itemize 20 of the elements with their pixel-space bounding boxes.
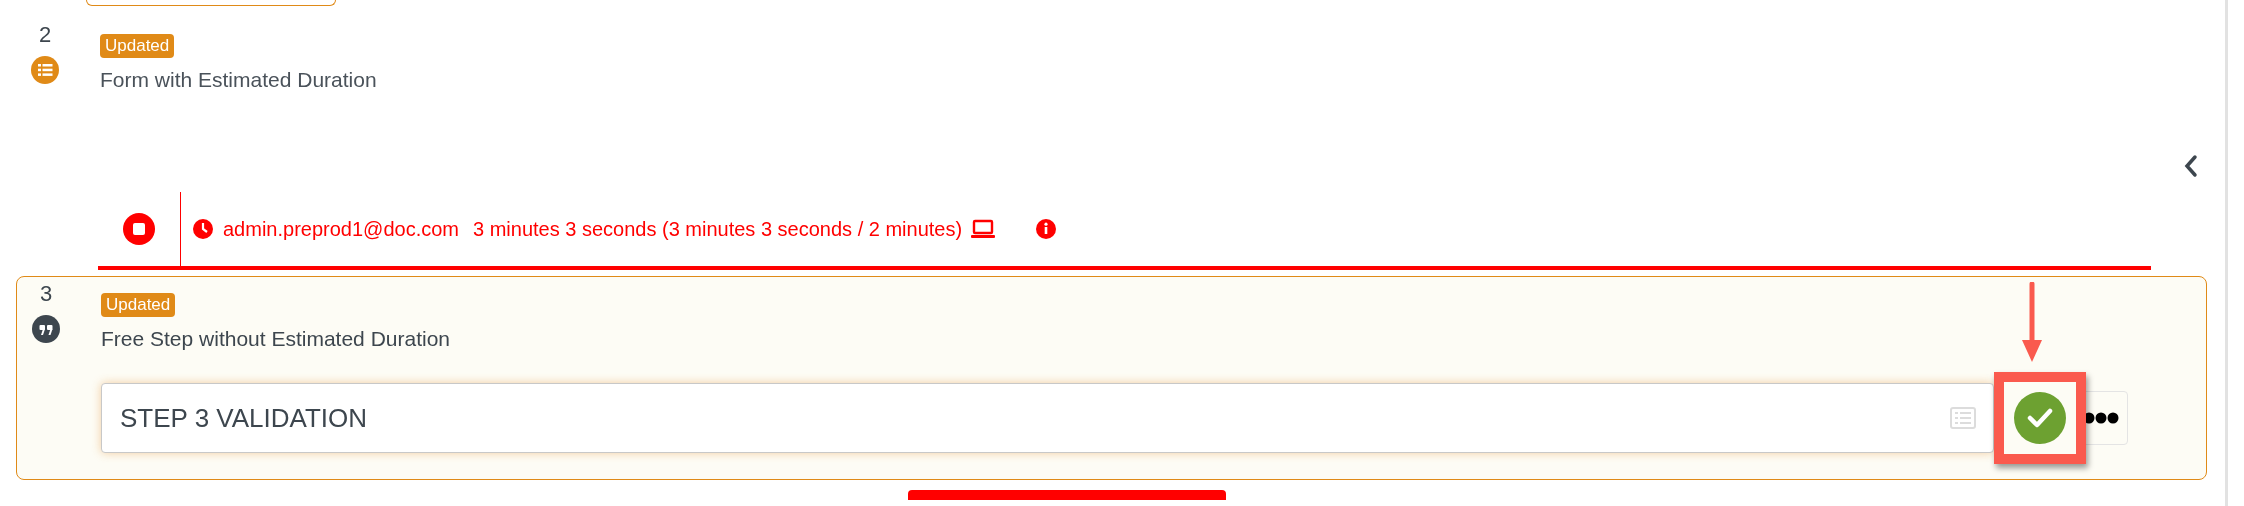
check-icon	[2027, 407, 2053, 429]
more-icon	[2083, 412, 2119, 424]
info-icon[interactable]	[1036, 218, 1057, 239]
timer-user: admin.preprod1@doc.com	[223, 216, 459, 242]
step-number: 3	[39, 280, 53, 307]
chevron-left-icon[interactable]	[2183, 153, 2199, 178]
clock-icon	[193, 218, 213, 239]
timer-duration: 3 minutes 3 seconds (3 minutes 3 seconds / 2 minutes)	[473, 216, 963, 242]
updated-badge: Updated	[100, 34, 175, 58]
step-number: 2	[38, 22, 52, 48]
laptop-icon	[970, 218, 997, 239]
step-title: Free Step without Estimated Duration	[101, 325, 450, 352]
stop-icon[interactable]	[123, 212, 155, 245]
validation-input[interactable]: STEP 3 VALIDATION	[101, 383, 1994, 453]
step-title: Form with Estimated Duration	[100, 67, 377, 93]
updated-badge: Updated	[101, 292, 176, 317]
action-button[interactable]	[907, 489, 1226, 500]
confirm-button[interactable]	[2014, 392, 2066, 444]
quote-icon	[32, 314, 60, 343]
numbered-list-icon	[31, 56, 59, 84]
